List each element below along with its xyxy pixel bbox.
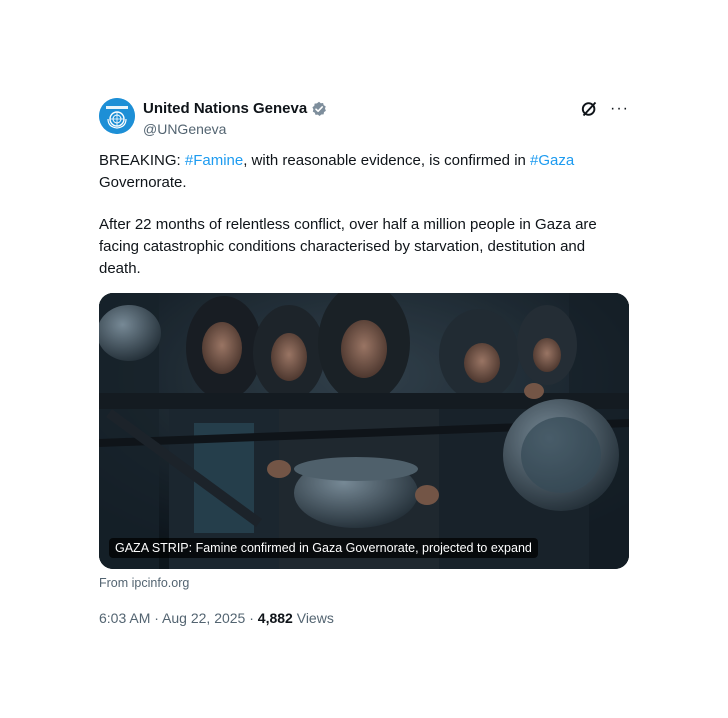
hashtag-gaza[interactable]: #Gaza (530, 152, 574, 169)
tweet: United Nations Geneva @UNGeneva ··· BREA… (99, 96, 629, 627)
tweet-date[interactable]: Aug 22, 2025 (162, 610, 245, 626)
account-names: United Nations Geneva @UNGeneva (143, 100, 327, 138)
account-handle[interactable]: @UNGeneva (143, 120, 327, 138)
link-card-image[interactable]: GAZA STRIP: Famine confirmed in Gaza Gov… (99, 293, 629, 569)
paragraph-1-middle: , with reasonable evidence, is confirmed… (243, 152, 531, 169)
gaza-photo-image (99, 293, 629, 569)
more-options-icon[interactable]: ··· (610, 101, 629, 117)
views-label: Views (292, 610, 334, 626)
tweet-header: United Nations Geneva @UNGeneva ··· (99, 96, 629, 140)
un-emblem-icon[interactable] (99, 98, 135, 134)
verified-badge-icon (311, 101, 327, 117)
meta-separator-2: · (245, 610, 258, 626)
card-caption: GAZA STRIP: Famine confirmed in Gaza Gov… (109, 538, 538, 558)
views-count: 4,882 (257, 610, 293, 626)
tweet-text: BREAKING: #Famine, with reasonable evide… (99, 150, 629, 280)
tweet-paragraph-1: BREAKING: #Famine, with reasonable evide… (99, 150, 629, 194)
tweet-meta: 6:03 AM · Aug 22, 2025 · 4,882 Views (99, 609, 629, 627)
card-source-link[interactable]: From ipcinfo.org (99, 575, 629, 591)
tweet-paragraph-2: After 22 months of relentless conflict, … (99, 216, 597, 277)
grok-icon[interactable] (580, 100, 598, 118)
meta-separator-1: · (150, 610, 163, 626)
hashtag-famine[interactable]: #Famine (185, 152, 243, 169)
paragraph-1-suffix: Governorate. (99, 174, 187, 191)
tweet-time[interactable]: 6:03 AM (99, 610, 150, 626)
breaking-prefix: BREAKING: (99, 152, 185, 169)
header-actions: ··· (580, 100, 629, 118)
display-name[interactable]: United Nations Geneva (143, 100, 307, 118)
